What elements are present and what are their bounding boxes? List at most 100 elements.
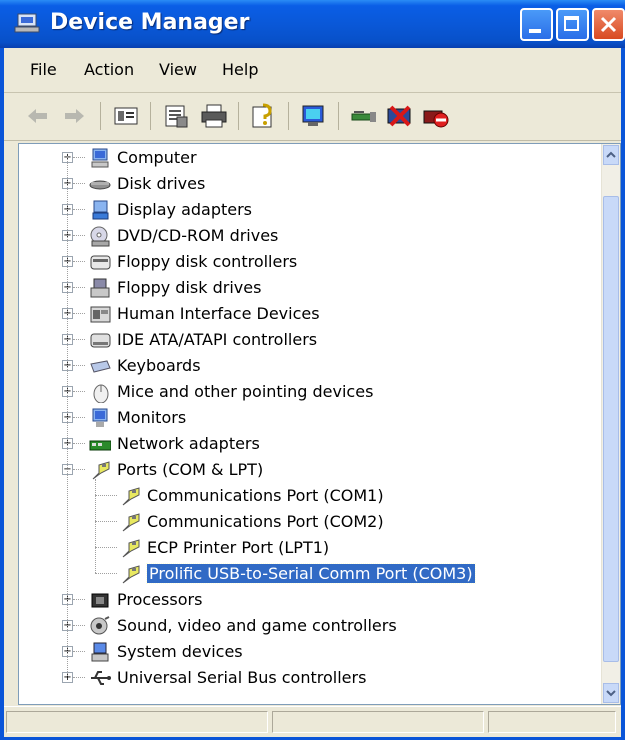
device-label: Monitors xyxy=(117,408,187,427)
forward-arrow-icon[interactable] xyxy=(60,103,88,129)
menu-file[interactable]: File xyxy=(30,60,57,79)
device-tree[interactable]: + Computer + Disk drives + Display adapters + D… xyxy=(18,143,621,705)
uninstall-icon[interactable] xyxy=(386,103,414,129)
help-icon[interactable] xyxy=(250,103,278,129)
tree-child-item[interactable]: Communications Port (COM1) xyxy=(19,483,604,509)
console-tree-icon[interactable] xyxy=(112,103,140,129)
tree-connector-line xyxy=(73,469,85,470)
scroll-up-button[interactable] xyxy=(603,145,619,165)
chevron-down-icon xyxy=(606,690,616,697)
scroll-thumb[interactable] xyxy=(603,196,619,662)
floppy-controller-icon xyxy=(90,255,111,270)
tree-category-item[interactable]: + Floppy disk controllers xyxy=(19,249,604,275)
tree-connector-line xyxy=(95,547,117,548)
toolbar-separator xyxy=(100,102,101,130)
tree-connector-line xyxy=(95,495,117,496)
tree-child-item[interactable]: ECP Printer Port (LPT1) xyxy=(19,535,604,561)
maximize-button[interactable] xyxy=(556,8,589,41)
tree-connector-line xyxy=(73,339,85,340)
disk-drive-icon xyxy=(89,180,111,190)
tree-connector-line xyxy=(73,209,85,210)
tree-category-item[interactable]: + Floppy disk drives xyxy=(19,275,604,301)
monitor-icon xyxy=(92,408,108,427)
tree-connector-line xyxy=(73,157,85,158)
network-adapter-icon xyxy=(89,440,111,451)
tree-connector-line xyxy=(95,573,117,574)
tree-connector-line xyxy=(73,313,85,314)
device-manager-icon xyxy=(14,13,40,33)
tree-child-item[interactable]: Prolific USB-to-Serial Comm Port (COM3) xyxy=(19,561,604,587)
tree-connector-line xyxy=(73,599,85,600)
toolbar-separator xyxy=(150,102,151,130)
close-icon xyxy=(600,16,617,33)
port-icon xyxy=(122,513,140,532)
close-button[interactable] xyxy=(592,8,625,41)
menu-help[interactable]: Help xyxy=(222,60,258,79)
usb-icon xyxy=(91,671,111,685)
tree-category-item[interactable]: + Display adapters xyxy=(19,197,604,223)
hid-icon xyxy=(90,306,111,323)
status-cell-main xyxy=(6,711,268,733)
device-label: IDE ATA/ATAPI controllers xyxy=(117,330,318,349)
device-label: System devices xyxy=(117,642,243,661)
menu-view[interactable]: View xyxy=(159,60,197,79)
tree-category-item[interactable]: + Sound, video and game controllers xyxy=(19,613,604,639)
tree-connector-line xyxy=(73,235,85,236)
tree-category-item[interactable]: + Monitors xyxy=(19,405,604,431)
tree-category-item[interactable]: + Universal Serial Bus controllers xyxy=(19,665,604,691)
maximize-icon xyxy=(564,16,579,31)
toolbar-separator xyxy=(238,102,239,130)
title-bar[interactable]: Device Manager xyxy=(0,0,625,48)
tree-category-item[interactable]: + Processors xyxy=(19,587,604,613)
tree-category-item[interactable]: + Computer xyxy=(19,145,604,171)
back-arrow-icon[interactable] xyxy=(24,103,52,129)
port-icon xyxy=(122,487,140,506)
window-title: Device Manager xyxy=(50,10,250,35)
tree-category-item[interactable]: + IDE ATA/ATAPI controllers xyxy=(19,327,604,353)
tree-root-line xyxy=(67,156,68,676)
tree-category-item[interactable]: + Human Interface Devices xyxy=(19,301,604,327)
device-label: Display adapters xyxy=(117,200,253,219)
tree-child-item[interactable]: Communications Port (COM2) xyxy=(19,509,604,535)
tree-connector-line xyxy=(73,261,85,262)
port-icon xyxy=(122,565,140,584)
minimize-icon xyxy=(529,29,541,33)
properties-icon[interactable] xyxy=(162,103,190,129)
device-label: ECP Printer Port (LPT1) xyxy=(147,538,330,557)
device-label: Communications Port (COM1) xyxy=(147,486,384,505)
tree-category-item[interactable]: + Keyboards xyxy=(19,353,604,379)
tree-category-item[interactable]: + DVD/CD-ROM drives xyxy=(19,223,604,249)
device-label: Disk drives xyxy=(117,174,206,193)
toolbar-separator xyxy=(338,102,339,130)
device-label: Mice and other pointing devices xyxy=(117,382,374,401)
tree-category-item[interactable]: − Ports (COM & LPT) xyxy=(19,457,604,483)
menu-action[interactable]: Action xyxy=(84,60,134,79)
tree-category-item[interactable]: + Disk drives xyxy=(19,171,604,197)
device-label: Keyboards xyxy=(117,356,201,375)
tree-connector-line xyxy=(73,625,85,626)
status-cell-secondary xyxy=(272,711,484,733)
tree-category-item[interactable]: + Network adapters xyxy=(19,431,604,457)
toolbar xyxy=(4,93,621,141)
tree-connector-line xyxy=(73,391,85,392)
tree-connector-line xyxy=(73,183,85,184)
disable-icon[interactable] xyxy=(422,103,450,129)
update-driver-icon[interactable] xyxy=(350,103,378,129)
chevron-up-icon xyxy=(606,151,616,158)
tree-category-item[interactable]: + System devices xyxy=(19,639,604,665)
scan-hardware-icon[interactable] xyxy=(300,103,328,129)
device-label: Human Interface Devices xyxy=(117,304,320,323)
tree-ports-line xyxy=(95,479,96,573)
device-label: Computer xyxy=(117,148,197,167)
print-icon[interactable] xyxy=(200,103,228,129)
computer-icon xyxy=(91,148,109,168)
tree-category-item[interactable]: + Mice and other pointing devices xyxy=(19,379,604,405)
device-label: Floppy disk drives xyxy=(117,278,262,297)
status-bar xyxy=(4,706,621,737)
tree-connector-line xyxy=(73,651,85,652)
keyboard-icon xyxy=(90,360,111,373)
system-device-icon xyxy=(91,642,109,662)
vertical-scrollbar[interactable] xyxy=(601,144,620,704)
scroll-down-button[interactable] xyxy=(603,683,619,703)
minimize-button[interactable] xyxy=(520,8,553,41)
